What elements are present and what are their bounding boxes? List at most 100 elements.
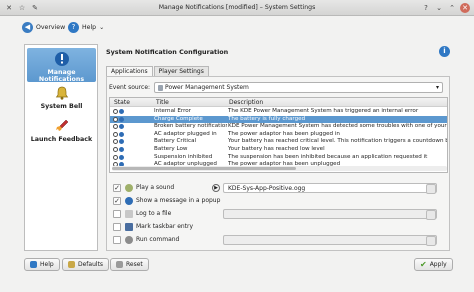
horizontal-scrollbar[interactable] (112, 166, 447, 171)
popup-state-icon (119, 154, 124, 160)
state-icons (113, 131, 124, 137)
row-description: The KDE Power Management System has trig… (228, 108, 419, 114)
sound-file-value: KDE-Sys-App-Positive.ogg (228, 185, 306, 192)
chevron-down-icon: ▾ (436, 84, 440, 91)
row-description: KDE Power Management System has detected… (228, 123, 448, 130)
apply-button[interactable]: ✔ Apply (414, 258, 453, 271)
popup-state-icon (119, 116, 124, 122)
help-bottom-button[interactable]: Help (24, 258, 60, 271)
overview-label: Overview (36, 23, 66, 31)
log-file-checkbox[interactable] (113, 210, 121, 218)
row-title: Internal Error (154, 108, 191, 114)
overview-button[interactable]: ◀ Overview (22, 20, 65, 34)
run-command-field (223, 235, 437, 246)
log-file-label: Log to a file (136, 210, 172, 217)
row-description: The battery is fully charged (228, 115, 306, 122)
play-sound-checkbox[interactable]: ✓ (113, 184, 121, 192)
table-row[interactable]: Suspension inhibited The suspension has b… (110, 154, 447, 162)
sidebar-item-launch-feedback[interactable]: Launch Feedback (27, 118, 96, 150)
sound-state-icon (113, 154, 118, 160)
back-arrow-icon: ◀ (22, 21, 33, 33)
defaults-label: Defaults (78, 261, 104, 268)
popup-info-icon (125, 197, 133, 205)
titlebar-right-controls: ? ⌄ ⌃ ✕ (421, 3, 470, 13)
state-icons (113, 147, 124, 152)
state-icons (113, 154, 124, 160)
defaults-icon (68, 261, 75, 268)
browse-command-button (426, 236, 436, 246)
table-row[interactable]: Battery Critical Your battery has reached… (110, 138, 447, 146)
taskbar-label: Mark taskbar entry (136, 223, 194, 230)
action-log-file: Log to a file (113, 209, 447, 221)
state-icons (113, 109, 124, 114)
run-command-checkbox[interactable] (113, 236, 121, 244)
row-description: Your battery has reached low level (228, 146, 325, 152)
tab-applications[interactable]: Applications (106, 66, 153, 76)
popup-state-icon (119, 147, 124, 152)
action-run-command: Run command (113, 235, 447, 247)
state-icons (113, 116, 124, 122)
table-header: State Title Description (110, 98, 447, 107)
notification-info-icon (54, 52, 69, 66)
sound-state-icon (113, 139, 118, 145)
sidebar-item-system-bell[interactable]: System Bell (27, 85, 96, 115)
sound-file-field[interactable]: KDE-Sys-App-Positive.ogg (223, 183, 437, 194)
log-file-field (223, 209, 437, 220)
maximize-icon[interactable]: ⌃ (447, 3, 457, 13)
help-button[interactable]: ? Help ⌄ (68, 20, 104, 34)
table-row[interactable]: AC adaptor plugged in The power adaptor h… (110, 131, 447, 139)
close-icon[interactable]: ✕ (460, 3, 470, 13)
scrollbar-thumb[interactable] (112, 167, 296, 170)
taskbar-checkbox[interactable] (113, 223, 121, 231)
show-popup-checkbox[interactable]: ✓ (113, 197, 121, 205)
column-header-description[interactable]: Description (229, 99, 263, 106)
reset-icon (116, 261, 123, 268)
help-titlebar-icon[interactable]: ? (421, 3, 431, 13)
chevron-down-icon: ⌄ (99, 23, 105, 31)
row-title: Broken battery notification (154, 123, 227, 130)
applications-panel: Event source: Power Management System ▾ … (106, 76, 450, 251)
help-icon: ? (68, 21, 79, 33)
sound-state-icon (113, 147, 118, 152)
row-title: Battery Low (154, 146, 188, 152)
column-header-state[interactable]: State (114, 99, 130, 106)
browse-folder-button[interactable] (426, 184, 436, 194)
help-label: Help (82, 23, 97, 31)
table-row[interactable]: Charge Complete The battery is fully char… (110, 115, 447, 124)
action-play-sound: ✓ Play a sound ▶ KDE-Sys-App-Positive.og… (113, 183, 447, 195)
sound-state-icon (113, 124, 118, 130)
reset-label: Reset (126, 261, 143, 268)
row-description: The power adaptor has been plugged in (228, 130, 340, 137)
row-description: The suspension has been inhibited becaus… (228, 153, 428, 160)
help-bottom-label: Help (40, 261, 54, 268)
sound-state-icon (113, 109, 118, 114)
popup-state-icon (119, 124, 124, 130)
minimize-icon[interactable]: ⌄ (434, 3, 444, 13)
reset-button[interactable]: Reset (110, 258, 149, 271)
defaults-button[interactable]: Defaults (62, 258, 110, 271)
sound-state-icon (113, 116, 118, 122)
column-header-title[interactable]: Title (156, 99, 169, 106)
table-row[interactable]: Battery Low Your battery has reached low … (110, 146, 447, 154)
module-content: System Notification Configuration i Appl… (103, 44, 451, 251)
row-title: Battery Critical (154, 138, 197, 145)
main-toolbar: ◀ Overview ? Help ⌄ (0, 16, 474, 38)
sidebar-item-manage-notifications[interactable]: Manage Notifications (27, 48, 96, 83)
table-row[interactable]: Broken battery notification KDE Power Man… (110, 123, 447, 131)
event-source-label: Event source: (109, 84, 151, 91)
page-title: System Notification Configuration (106, 48, 229, 56)
document-icon (125, 210, 133, 218)
tab-player-settings[interactable]: Player Settings (153, 66, 209, 76)
browse-log-button (426, 210, 436, 220)
action-taskbar: Mark taskbar entry (113, 222, 447, 234)
bottom-button-bar: Help Defaults Reset ✔ Apply (0, 254, 474, 274)
state-icons (113, 124, 124, 130)
events-table: State Title Description Internal Error Th… (109, 97, 448, 173)
play-sound-preview-button[interactable]: ▶ (212, 184, 220, 192)
table-row[interactable]: Internal Error The KDE Power Management S… (110, 108, 447, 116)
event-source-select[interactable]: Power Management System ▾ (154, 82, 444, 93)
sidebar-item-label: Manage Notifications (38, 69, 85, 83)
row-title: Suspension inhibited (154, 153, 213, 160)
speaker-icon (125, 184, 133, 192)
action-show-popup: ✓ Show a message in a popup (113, 196, 447, 208)
